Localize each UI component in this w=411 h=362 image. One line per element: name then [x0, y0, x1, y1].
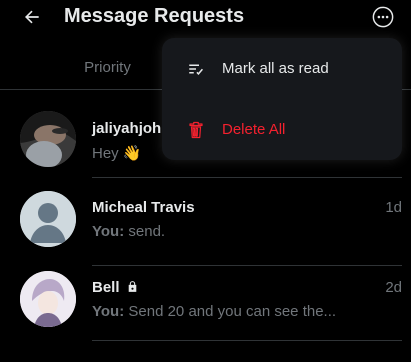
conversation-time: 2d	[385, 279, 402, 296]
conversation-name: Bell	[92, 279, 139, 296]
mark-read-icon	[186, 59, 206, 79]
avatar	[20, 111, 76, 167]
conversation-row[interactable]: Bell 2d You: Send 20 and you can see the…	[0, 266, 411, 354]
preview-text: send.	[124, 223, 166, 240]
menu-item-label: Mark all as read	[222, 60, 329, 77]
trash-icon	[186, 120, 206, 140]
more-icon	[372, 6, 394, 28]
header: Message Requests	[0, 0, 411, 34]
back-button[interactable]	[20, 5, 44, 29]
conversation-name: jaliyahjoh	[92, 120, 162, 137]
conversation-name-text: Bell	[92, 279, 120, 296]
conversation-preview: Hey 👋	[92, 145, 142, 162]
page-title: Message Requests	[64, 5, 245, 27]
conversation-preview: You: Send 20 and you can see the...	[92, 303, 336, 320]
you-prefix: You:	[92, 303, 125, 320]
back-arrow-icon	[25, 10, 39, 24]
preview-text: Send 20 and you can see the...	[124, 303, 337, 320]
conversation-row[interactable]: Micheal Travis 1d You: send.	[0, 178, 411, 266]
you-prefix: You:	[92, 223, 125, 240]
lock-icon	[128, 281, 136, 292]
avatar-placeholder	[20, 191, 76, 247]
conversation-name: Micheal Travis	[92, 199, 195, 216]
avatar	[20, 271, 76, 327]
more-options-button[interactable]	[366, 0, 400, 34]
options-menu: Mark all as read Delete All	[162, 38, 402, 160]
conversation-preview: You: send.	[92, 223, 165, 240]
menu-item-label: Delete All	[222, 121, 286, 138]
menu-item-delete-all[interactable]: Delete All	[162, 99, 402, 160]
conversation-time: 1d	[385, 199, 402, 216]
menu-item-mark-all-read[interactable]: Mark all as read	[162, 38, 402, 99]
row-divider	[92, 340, 402, 341]
